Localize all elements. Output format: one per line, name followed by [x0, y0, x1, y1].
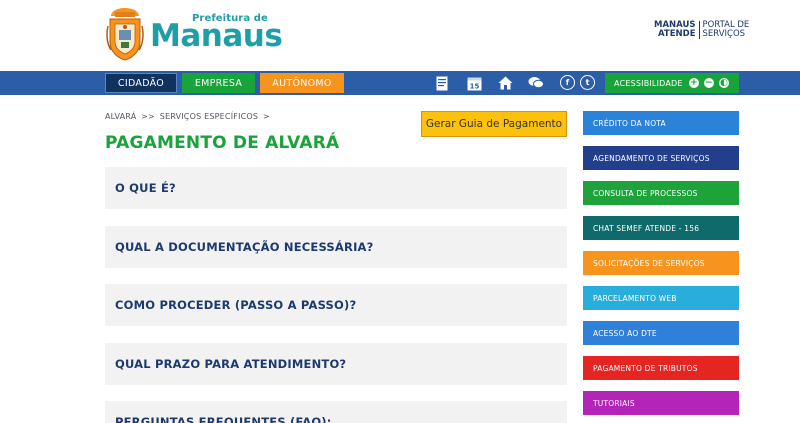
increase-font-icon[interactable]: +	[689, 78, 699, 88]
faq-item-documentacao[interactable]: QUAL A DOCUMENTAÇÃO NECESSÁRIA?	[105, 226, 567, 268]
sidebar-item-agendamento[interactable]: AGENDAMENTO DE SERVIÇOS	[583, 146, 739, 170]
sidebar-item-parcelamento[interactable]: PARCELAMENTO WEB	[583, 286, 739, 310]
portal-brand-line-2: ATENDE	[658, 29, 696, 39]
sidebar-item-tutoriais[interactable]: TUTORIAIS	[583, 391, 739, 415]
gerar-guia-button[interactable]: Gerar Guia de Pagamento	[421, 111, 567, 137]
decrease-font-icon[interactable]: −	[704, 78, 714, 88]
accessibility-bar: ACESSIBILIDADE + − ◐	[605, 73, 739, 93]
faq-item-como-proceder[interactable]: COMO PROCEDER (PASSO A PASSO)?	[105, 284, 567, 326]
tab-cidadao[interactable]: CIDADÃO	[105, 73, 177, 93]
coat-of-arms-icon	[106, 6, 144, 62]
chat-icon[interactable]	[527, 74, 545, 92]
sidebar-item-chat-semef[interactable]: CHAT SEMEF ATENDE - 156	[583, 216, 739, 240]
sidebar-item-pagamento-tributos[interactable]: PAGAMENTO DE TRIBUTOS	[583, 356, 739, 380]
main-navbar: CIDADÃO EMPRESA AUTÔNOMO 15 f t ACESSIBI…	[0, 71, 800, 95]
breadcrumb-item-alvara[interactable]: ALVARÁ	[105, 112, 136, 121]
facebook-icon[interactable]: f	[560, 75, 575, 90]
portal-de-servicos-logo[interactable]: MANAUS ATENDE PORTAL DE SERVIÇOS	[654, 21, 749, 39]
accessibility-label: ACESSIBILIDADE	[614, 78, 683, 88]
site-header: Prefeitura de Manaus MANAUS ATENDE PORTA…	[0, 0, 800, 70]
faq-item-prazo[interactable]: QUAL PRAZO PARA ATENDIMENTO?	[105, 343, 567, 385]
tab-empresa[interactable]: EMPRESA	[182, 73, 255, 93]
calendar-day: 15	[469, 82, 479, 90]
contrast-icon[interactable]: ◐	[719, 78, 729, 88]
breadcrumb-item-servicos[interactable]: SERVIÇOS ESPECÍFICOS	[160, 112, 258, 121]
sidebar-item-credito-da-nota[interactable]: CRÉDITO DA NOTA	[583, 111, 739, 135]
logo[interactable]: Prefeitura de Manaus	[106, 6, 290, 62]
sidebar-item-acesso-dte[interactable]: ACESSO AO DTE	[583, 321, 739, 345]
sidebar-item-solicitacoes[interactable]: SOLICITAÇÕES DE SERVIÇOS	[583, 251, 739, 275]
tab-autonomo[interactable]: AUTÔNOMO	[260, 73, 344, 93]
sidebar-item-consulta-processos[interactable]: CONSULTA DE PROCESSOS	[583, 181, 739, 205]
page-title: PAGAMENTO DE ALVARÁ	[105, 133, 340, 153]
home-icon[interactable]	[496, 74, 514, 92]
calendar-icon[interactable]: 15	[465, 74, 483, 92]
faq-item-perguntas-frequentes[interactable]: PERGUNTAS FREQUENTES (FAQ):	[105, 401, 567, 423]
breadcrumb-separator: >	[262, 112, 270, 121]
twitter-icon[interactable]: t	[580, 75, 595, 90]
document-icon[interactable]	[433, 74, 451, 92]
faq-item-o-que-e[interactable]: O QUE É?	[105, 167, 567, 209]
logo-title: Manaus	[150, 18, 283, 54]
breadcrumb-separator: >>	[141, 112, 155, 121]
portal-caption-line-2: SERVIÇOS	[702, 29, 746, 39]
breadcrumb: ALVARÁ >> SERVIÇOS ESPECÍFICOS >	[105, 112, 272, 121]
